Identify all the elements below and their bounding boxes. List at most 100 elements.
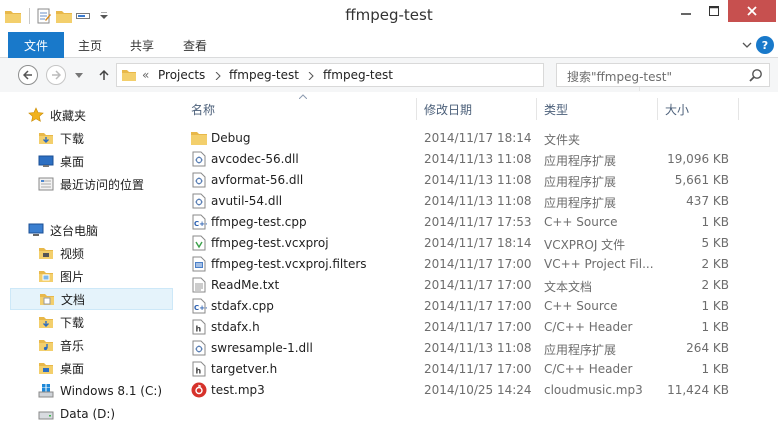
column-header-type[interactable]: 类型 <box>544 98 568 120</box>
cloudmusic-icon <box>191 382 207 398</box>
nav-drive-d[interactable]: Data (D:) <box>10 403 173 425</box>
up-button[interactable] <box>96 67 112 83</box>
cpp-file-icon: C++ <box>191 214 207 230</box>
nav-downloads-pc[interactable]: 下载 <box>10 311 173 333</box>
column-divider[interactable] <box>657 98 658 120</box>
search-input[interactable]: 搜索"ffmpeg-test" <box>567 68 672 85</box>
column-divider[interactable] <box>536 98 537 120</box>
forward-button[interactable] <box>46 65 66 85</box>
expand-ribbon-chevron-icon[interactable] <box>740 38 754 52</box>
close-button[interactable] <box>728 0 776 22</box>
text-file-icon <box>191 277 207 293</box>
vcxproj-file-icon <box>191 235 207 251</box>
back-arrow-icon <box>23 70 32 80</box>
sort-ascending-icon <box>299 94 307 99</box>
nav-desktop[interactable]: 桌面 <box>10 150 173 172</box>
file-list: 名称 修改日期 类型 大小 Debug 2014/11/17 18:14 文件夹… <box>183 92 778 425</box>
nav-drive-c[interactable]: Windows 8.1 (C:) <box>10 380 173 402</box>
breadcrumb-overflow[interactable]: « <box>142 68 149 82</box>
cpp-file-icon: C++ <box>191 298 207 314</box>
ribbon: 文件 主页 共享 查看 ? <box>0 32 778 58</box>
header-file-icon: h <box>191 319 207 335</box>
svg-text:C++: C++ <box>194 220 207 228</box>
recent-places-icon <box>38 176 54 192</box>
folder-icon <box>121 67 137 86</box>
document-folder-icon <box>39 291 55 307</box>
address-bar[interactable]: « Projects ffmpeg-test ffmpeg-test <box>116 63 656 91</box>
download-folder-icon <box>38 314 54 330</box>
file-row[interactable]: ffmpeg-test.vcxproj 2014/11/17 18:14 VCX… <box>183 233 778 254</box>
desktop-icon <box>38 153 54 169</box>
window-title: ffmpeg-test <box>345 6 433 24</box>
desktop-folder-icon <box>38 360 54 376</box>
nav-recent-places[interactable]: 最近访问的位置 <box>10 173 173 195</box>
file-row[interactable]: C++ ffmpeg-test.cpp 2014/11/17 17:53 C++… <box>183 212 778 233</box>
file-row[interactable]: h stdafx.h 2014/11/17 17:00 C/C++ Header… <box>183 317 778 338</box>
dll-icon <box>191 340 207 356</box>
computer-icon <box>28 222 44 238</box>
column-divider[interactable] <box>738 98 739 120</box>
column-header-size[interactable]: 大小 <box>665 98 689 120</box>
video-folder-icon <box>38 245 54 261</box>
column-header-date[interactable]: 修改日期 <box>424 98 472 120</box>
breadcrumb-chevron-icon[interactable] <box>214 72 222 80</box>
search-box[interactable]: 搜索"ffmpeg-test" <box>556 63 770 87</box>
breadcrumb-ffmpeg-test-parent[interactable]: ffmpeg-test <box>229 68 299 82</box>
nav-documents[interactable]: 文档 <box>10 288 173 310</box>
file-row[interactable]: test.mp3 2014/10/25 14:24 cloudmusic.mp3… <box>183 380 778 401</box>
file-row[interactable]: ffmpeg-test.vcxproj.filters 2014/11/17 1… <box>183 254 778 275</box>
music-folder-icon <box>38 337 54 353</box>
tab-home[interactable]: 主页 <box>78 32 102 58</box>
file-row[interactable]: avformat-56.dll 2014/11/13 11:08 应用程序扩展 … <box>183 170 778 191</box>
picture-folder-icon <box>38 268 54 284</box>
svg-text:h: h <box>196 325 202 334</box>
nav-videos[interactable]: 视频 <box>10 242 173 264</box>
nav-downloads[interactable]: 下载 <box>10 127 173 149</box>
minimize-button[interactable] <box>672 0 700 22</box>
help-button[interactable]: ? <box>756 36 774 54</box>
nav-desktop-pc[interactable]: 桌面 <box>10 357 173 379</box>
file-row[interactable]: swresample-1.dll 2014/11/13 11:08 应用程序扩展… <box>183 338 778 359</box>
navigation-bar: « Projects ffmpeg-test ffmpeg-test 搜索"ff… <box>0 58 778 92</box>
nav-music[interactable]: 音乐 <box>10 334 173 356</box>
svg-text:C++: C++ <box>194 304 207 312</box>
dll-icon <box>191 172 207 188</box>
filters-file-icon <box>191 256 207 272</box>
column-divider[interactable] <box>416 98 417 120</box>
tab-file[interactable]: 文件 <box>8 32 64 58</box>
folder-icon <box>191 130 207 146</box>
breadcrumb-chevron-icon[interactable] <box>307 72 315 80</box>
drive-icon <box>38 406 54 422</box>
header-file-icon: h <box>191 361 207 377</box>
close-icon <box>747 6 757 16</box>
download-folder-icon <box>38 130 54 146</box>
nav-pictures[interactable]: 图片 <box>10 265 173 287</box>
dll-icon <box>191 193 207 209</box>
star-icon <box>28 107 44 123</box>
file-row[interactable]: avcodec-56.dll 2014/11/13 11:08 应用程序扩展 1… <box>183 149 778 170</box>
recent-locations-chevron-icon[interactable] <box>74 70 84 80</box>
nav-favorites[interactable]: 收藏夹 <box>10 104 173 126</box>
vertical-scrollbar[interactable] <box>770 92 778 425</box>
navigation-pane: 收藏夹 下载 桌面 最近访问的位置 这台电脑 视频 图片 文档 下载 音乐 桌面… <box>0 92 183 425</box>
file-row[interactable]: C++ stdafx.cpp 2014/11/17 17:00 C++ Sour… <box>183 296 778 317</box>
column-header-name[interactable]: 名称 <box>191 98 215 120</box>
search-icon[interactable] <box>749 68 763 85</box>
nav-this-pc[interactable]: 这台电脑 <box>10 219 173 241</box>
windows-drive-icon <box>38 383 54 399</box>
breadcrumb-ffmpeg-test-current[interactable]: ffmpeg-test <box>323 68 393 82</box>
dll-icon <box>191 151 207 167</box>
back-button[interactable] <box>18 65 38 85</box>
tab-view[interactable]: 查看 <box>183 32 207 58</box>
up-arrow-icon <box>99 69 109 80</box>
file-row[interactable]: Debug 2014/11/17 18:14 文件夹 <box>183 128 778 149</box>
tab-share[interactable]: 共享 <box>130 32 154 58</box>
file-row[interactable]: ReadMe.txt 2014/11/17 17:00 文本文档 2 KB <box>183 275 778 296</box>
file-row[interactable]: avutil-54.dll 2014/11/13 11:08 应用程序扩展 43… <box>183 191 778 212</box>
file-row[interactable]: h targetver.h 2014/11/17 17:00 C/C++ Hea… <box>183 359 778 380</box>
maximize-button[interactable] <box>700 0 728 22</box>
svg-text:h: h <box>196 367 202 376</box>
title-bar: ffmpeg-test <box>0 0 778 32</box>
forward-arrow-icon <box>52 70 61 80</box>
breadcrumb-projects[interactable]: Projects <box>158 68 205 82</box>
